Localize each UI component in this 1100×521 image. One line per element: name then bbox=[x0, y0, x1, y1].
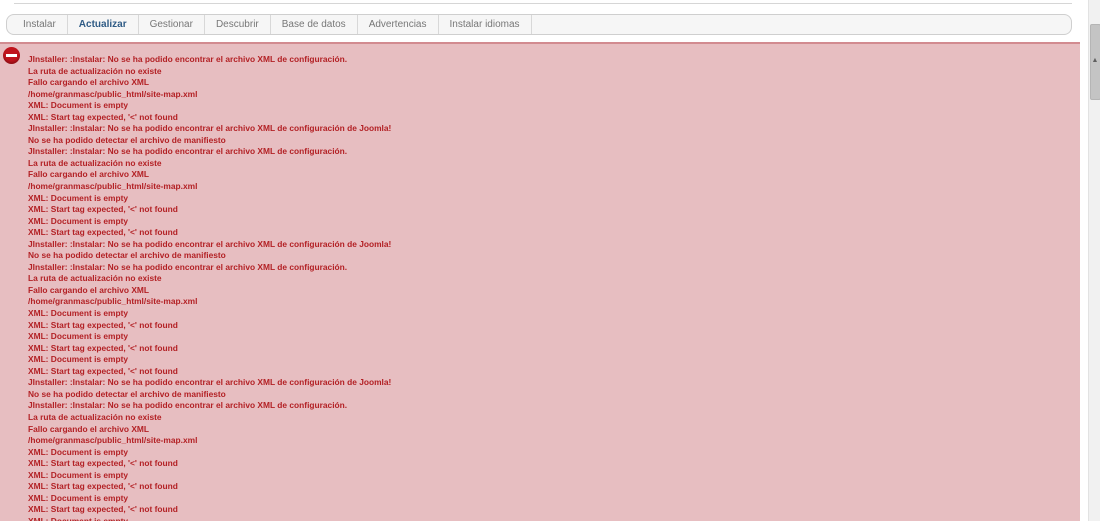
error-message-line: JInstaller: :Instalar: No se ha podido e… bbox=[28, 54, 348, 64]
tab-descubrir[interactable]: Descubrir bbox=[205, 15, 271, 34]
page-scrollbar[interactable]: ▲ bbox=[1088, 0, 1100, 521]
installer-tab-bar: Instalar Actualizar Gestionar Descubrir … bbox=[6, 14, 1072, 35]
error-message-line: JInstaller: :Instalar: No se ha podido e… bbox=[28, 146, 348, 157]
tab-advertencias[interactable]: Advertencias bbox=[358, 15, 439, 34]
error-message-line: La ruta de actualización no existe bbox=[28, 157, 162, 168]
error-message-line: No se ha podido detectar el archivo de m… bbox=[28, 250, 226, 261]
error-message-line: Fallo cargando el archivo XML bbox=[28, 169, 149, 180]
error-message-line: Fallo cargando el archivo XML bbox=[28, 77, 149, 88]
error-message-line: XML: Start tag expected, '<' not found bbox=[28, 111, 178, 122]
error-message-line: XML: Start tag expected, '<' not found bbox=[28, 504, 178, 515]
error-message-line: XML: Document is empty bbox=[28, 331, 129, 342]
scroll-up-arrow-icon[interactable]: ▲ bbox=[1090, 56, 1100, 66]
error-message-line: /home/granmasc/public_html/site-map.xml bbox=[28, 181, 198, 192]
error-message-list: JInstaller: :Instalar: No se ha podido e… bbox=[28, 54, 391, 521]
error-message-line: No se ha podido detectar el archivo de m… bbox=[28, 388, 226, 399]
error-message-line: XML: Start tag expected, '<' not found bbox=[28, 458, 178, 469]
tab-gestionar[interactable]: Gestionar bbox=[139, 15, 205, 34]
error-message-line: /home/granmasc/public_html/site-map.xml bbox=[28, 296, 198, 307]
error-message-line: La ruta de actualización no existe bbox=[28, 65, 162, 76]
tab-actualizar[interactable]: Actualizar bbox=[68, 15, 139, 34]
error-message-line: No se ha podido detectar el archivo de m… bbox=[28, 134, 226, 145]
error-message-line: JInstaller: :Instalar: No se ha podido e… bbox=[28, 238, 392, 249]
error-message-line: La ruta de actualización no existe bbox=[28, 273, 162, 284]
error-message-line: XML: Document is empty bbox=[28, 492, 129, 503]
error-message-line: XML: Start tag expected, '<' not found bbox=[28, 342, 178, 353]
top-divider bbox=[14, 0, 1072, 4]
error-message-panel: JInstaller: :Instalar: No se ha podido e… bbox=[0, 42, 1080, 521]
error-message-line: XML: Start tag expected, '<' not found bbox=[28, 227, 178, 238]
error-message-line: /home/granmasc/public_html/site-map.xml bbox=[28, 435, 198, 446]
error-message-line: XML: Document is empty bbox=[28, 515, 129, 521]
error-message-line: La ruta de actualización no existe bbox=[28, 411, 162, 422]
error-message-line: JInstaller: :Instalar: No se ha podido e… bbox=[28, 400, 348, 411]
error-message-line: XML: Document is empty bbox=[28, 100, 129, 111]
error-message-line: XML: Start tag expected, '<' not found bbox=[28, 319, 178, 330]
error-message-line: XML: Start tag expected, '<' not found bbox=[28, 365, 178, 376]
error-stop-icon bbox=[3, 47, 20, 64]
error-message-line: XML: Start tag expected, '<' not found bbox=[28, 481, 178, 492]
error-message-line: XML: Document is empty bbox=[28, 469, 129, 480]
error-message-line: /home/granmasc/public_html/site-map.xml bbox=[28, 88, 198, 99]
error-message-line: Fallo cargando el archivo XML bbox=[28, 423, 149, 434]
error-message-line: JInstaller: :Instalar: No se ha podido e… bbox=[28, 261, 348, 272]
error-message-line: XML: Document is empty bbox=[28, 308, 129, 319]
error-icon-bar bbox=[6, 54, 17, 57]
error-message-line: JInstaller: :Instalar: No se ha podido e… bbox=[28, 377, 392, 388]
tab-instalar-idiomas[interactable]: Instalar idiomas bbox=[439, 15, 532, 34]
error-message-line: XML: Document is empty bbox=[28, 354, 129, 365]
error-message-line: XML: Document is empty bbox=[28, 446, 129, 457]
error-message-line: JInstaller: :Instalar: No se ha podido e… bbox=[28, 123, 392, 134]
tab-instalar[interactable]: Instalar bbox=[7, 15, 68, 34]
error-message-line: XML: Start tag expected, '<' not found bbox=[28, 204, 178, 215]
error-message-line: XML: Document is empty bbox=[28, 215, 129, 226]
error-message-line: Fallo cargando el archivo XML bbox=[28, 284, 149, 295]
error-message-line: XML: Document is empty bbox=[28, 192, 129, 203]
tab-base-de-datos[interactable]: Base de datos bbox=[271, 15, 358, 34]
